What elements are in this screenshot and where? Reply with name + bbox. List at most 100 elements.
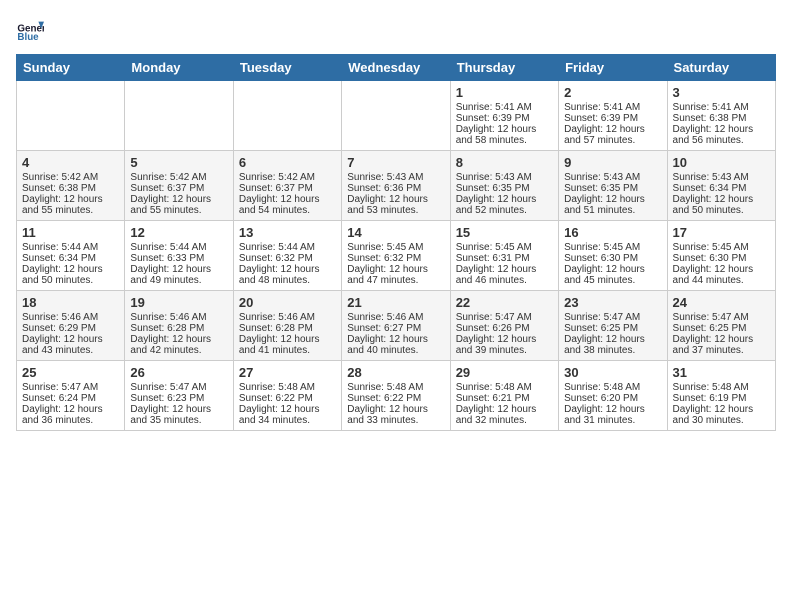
sunrise-text: Sunrise: 5:42 AM	[22, 172, 98, 183]
calendar-cell: 26 Sunrise: 5:47 AM Sunset: 6:23 PM Dayl…	[125, 361, 233, 431]
calendar-cell	[17, 81, 125, 151]
sunset-text: Sunset: 6:35 PM	[456, 183, 530, 194]
daylight-text: Daylight: 12 hours and 47 minutes.	[347, 264, 428, 286]
sunset-text: Sunset: 6:22 PM	[347, 393, 421, 404]
daylight-text: Daylight: 12 hours and 35 minutes.	[130, 404, 211, 426]
sunset-text: Sunset: 6:20 PM	[564, 393, 638, 404]
daylight-text: Daylight: 12 hours and 49 minutes.	[130, 264, 211, 286]
daylight-text: Daylight: 12 hours and 50 minutes.	[673, 194, 754, 216]
sunrise-text: Sunrise: 5:47 AM	[456, 312, 532, 323]
sunrise-text: Sunrise: 5:48 AM	[564, 382, 640, 393]
sunrise-text: Sunrise: 5:46 AM	[347, 312, 423, 323]
day-number: 19	[130, 295, 227, 310]
calendar-cell: 6 Sunrise: 5:42 AM Sunset: 6:37 PM Dayli…	[233, 151, 341, 221]
sunrise-text: Sunrise: 5:48 AM	[456, 382, 532, 393]
sunrise-text: Sunrise: 5:43 AM	[564, 172, 640, 183]
sunset-text: Sunset: 6:33 PM	[130, 253, 204, 264]
weekday-header: Tuesday	[233, 55, 341, 81]
weekday-header: Wednesday	[342, 55, 450, 81]
calendar-cell: 24 Sunrise: 5:47 AM Sunset: 6:25 PM Dayl…	[667, 291, 775, 361]
day-number: 26	[130, 365, 227, 380]
sunset-text: Sunset: 6:19 PM	[673, 393, 747, 404]
sunset-text: Sunset: 6:27 PM	[347, 323, 421, 334]
calendar-cell: 27 Sunrise: 5:48 AM Sunset: 6:22 PM Dayl…	[233, 361, 341, 431]
sunset-text: Sunset: 6:25 PM	[673, 323, 747, 334]
calendar: SundayMondayTuesdayWednesdayThursdayFrid…	[16, 54, 776, 431]
sunrise-text: Sunrise: 5:44 AM	[239, 242, 315, 253]
sunset-text: Sunset: 6:30 PM	[564, 253, 638, 264]
calendar-cell: 9 Sunrise: 5:43 AM Sunset: 6:35 PM Dayli…	[559, 151, 667, 221]
sunrise-text: Sunrise: 5:41 AM	[673, 102, 749, 113]
day-number: 5	[130, 155, 227, 170]
day-number: 23	[564, 295, 661, 310]
sunset-text: Sunset: 6:21 PM	[456, 393, 530, 404]
day-number: 20	[239, 295, 336, 310]
sunset-text: Sunset: 6:26 PM	[456, 323, 530, 334]
calendar-cell: 28 Sunrise: 5:48 AM Sunset: 6:22 PM Dayl…	[342, 361, 450, 431]
daylight-text: Daylight: 12 hours and 34 minutes.	[239, 404, 320, 426]
sunset-text: Sunset: 6:31 PM	[456, 253, 530, 264]
calendar-cell	[342, 81, 450, 151]
sunset-text: Sunset: 6:38 PM	[22, 183, 96, 194]
calendar-cell: 4 Sunrise: 5:42 AM Sunset: 6:38 PM Dayli…	[17, 151, 125, 221]
calendar-cell: 29 Sunrise: 5:48 AM Sunset: 6:21 PM Dayl…	[450, 361, 558, 431]
sunset-text: Sunset: 6:39 PM	[456, 113, 530, 124]
sunset-text: Sunset: 6:28 PM	[130, 323, 204, 334]
sunrise-text: Sunrise: 5:41 AM	[456, 102, 532, 113]
calendar-cell: 19 Sunrise: 5:46 AM Sunset: 6:28 PM Dayl…	[125, 291, 233, 361]
day-number: 9	[564, 155, 661, 170]
calendar-cell: 12 Sunrise: 5:44 AM Sunset: 6:33 PM Dayl…	[125, 221, 233, 291]
day-number: 29	[456, 365, 553, 380]
sunrise-text: Sunrise: 5:47 AM	[564, 312, 640, 323]
day-number: 10	[673, 155, 770, 170]
day-number: 16	[564, 225, 661, 240]
sunrise-text: Sunrise: 5:45 AM	[456, 242, 532, 253]
daylight-text: Daylight: 12 hours and 52 minutes.	[456, 194, 537, 216]
daylight-text: Daylight: 12 hours and 42 minutes.	[130, 334, 211, 356]
sunset-text: Sunset: 6:35 PM	[564, 183, 638, 194]
calendar-cell: 20 Sunrise: 5:46 AM Sunset: 6:28 PM Dayl…	[233, 291, 341, 361]
daylight-text: Daylight: 12 hours and 50 minutes.	[22, 264, 103, 286]
daylight-text: Daylight: 12 hours and 45 minutes.	[564, 264, 645, 286]
sunrise-text: Sunrise: 5:43 AM	[456, 172, 532, 183]
sunrise-text: Sunrise: 5:45 AM	[564, 242, 640, 253]
daylight-text: Daylight: 12 hours and 39 minutes.	[456, 334, 537, 356]
day-number: 17	[673, 225, 770, 240]
day-number: 7	[347, 155, 444, 170]
daylight-text: Daylight: 12 hours and 56 minutes.	[673, 124, 754, 146]
day-number: 21	[347, 295, 444, 310]
day-number: 14	[347, 225, 444, 240]
calendar-cell: 15 Sunrise: 5:45 AM Sunset: 6:31 PM Dayl…	[450, 221, 558, 291]
calendar-cell: 21 Sunrise: 5:46 AM Sunset: 6:27 PM Dayl…	[342, 291, 450, 361]
sunrise-text: Sunrise: 5:47 AM	[22, 382, 98, 393]
daylight-text: Daylight: 12 hours and 30 minutes.	[673, 404, 754, 426]
daylight-text: Daylight: 12 hours and 40 minutes.	[347, 334, 428, 356]
sunrise-text: Sunrise: 5:43 AM	[673, 172, 749, 183]
day-number: 13	[239, 225, 336, 240]
sunset-text: Sunset: 6:34 PM	[22, 253, 96, 264]
calendar-cell: 18 Sunrise: 5:46 AM Sunset: 6:29 PM Dayl…	[17, 291, 125, 361]
sunset-text: Sunset: 6:38 PM	[673, 113, 747, 124]
sunrise-text: Sunrise: 5:42 AM	[239, 172, 315, 183]
day-number: 12	[130, 225, 227, 240]
day-number: 1	[456, 85, 553, 100]
sunrise-text: Sunrise: 5:44 AM	[130, 242, 206, 253]
sunset-text: Sunset: 6:29 PM	[22, 323, 96, 334]
calendar-cell: 8 Sunrise: 5:43 AM Sunset: 6:35 PM Dayli…	[450, 151, 558, 221]
calendar-cell: 10 Sunrise: 5:43 AM Sunset: 6:34 PM Dayl…	[667, 151, 775, 221]
sunrise-text: Sunrise: 5:47 AM	[130, 382, 206, 393]
sunrise-text: Sunrise: 5:45 AM	[673, 242, 749, 253]
day-number: 31	[673, 365, 770, 380]
sunset-text: Sunset: 6:32 PM	[347, 253, 421, 264]
calendar-cell: 25 Sunrise: 5:47 AM Sunset: 6:24 PM Dayl…	[17, 361, 125, 431]
sunrise-text: Sunrise: 5:43 AM	[347, 172, 423, 183]
sunrise-text: Sunrise: 5:48 AM	[239, 382, 315, 393]
daylight-text: Daylight: 12 hours and 43 minutes.	[22, 334, 103, 356]
day-number: 11	[22, 225, 119, 240]
daylight-text: Daylight: 12 hours and 32 minutes.	[456, 404, 537, 426]
sunrise-text: Sunrise: 5:46 AM	[22, 312, 98, 323]
daylight-text: Daylight: 12 hours and 41 minutes.	[239, 334, 320, 356]
daylight-text: Daylight: 12 hours and 46 minutes.	[456, 264, 537, 286]
logo-icon: General Blue	[16, 16, 44, 44]
sunrise-text: Sunrise: 5:48 AM	[347, 382, 423, 393]
